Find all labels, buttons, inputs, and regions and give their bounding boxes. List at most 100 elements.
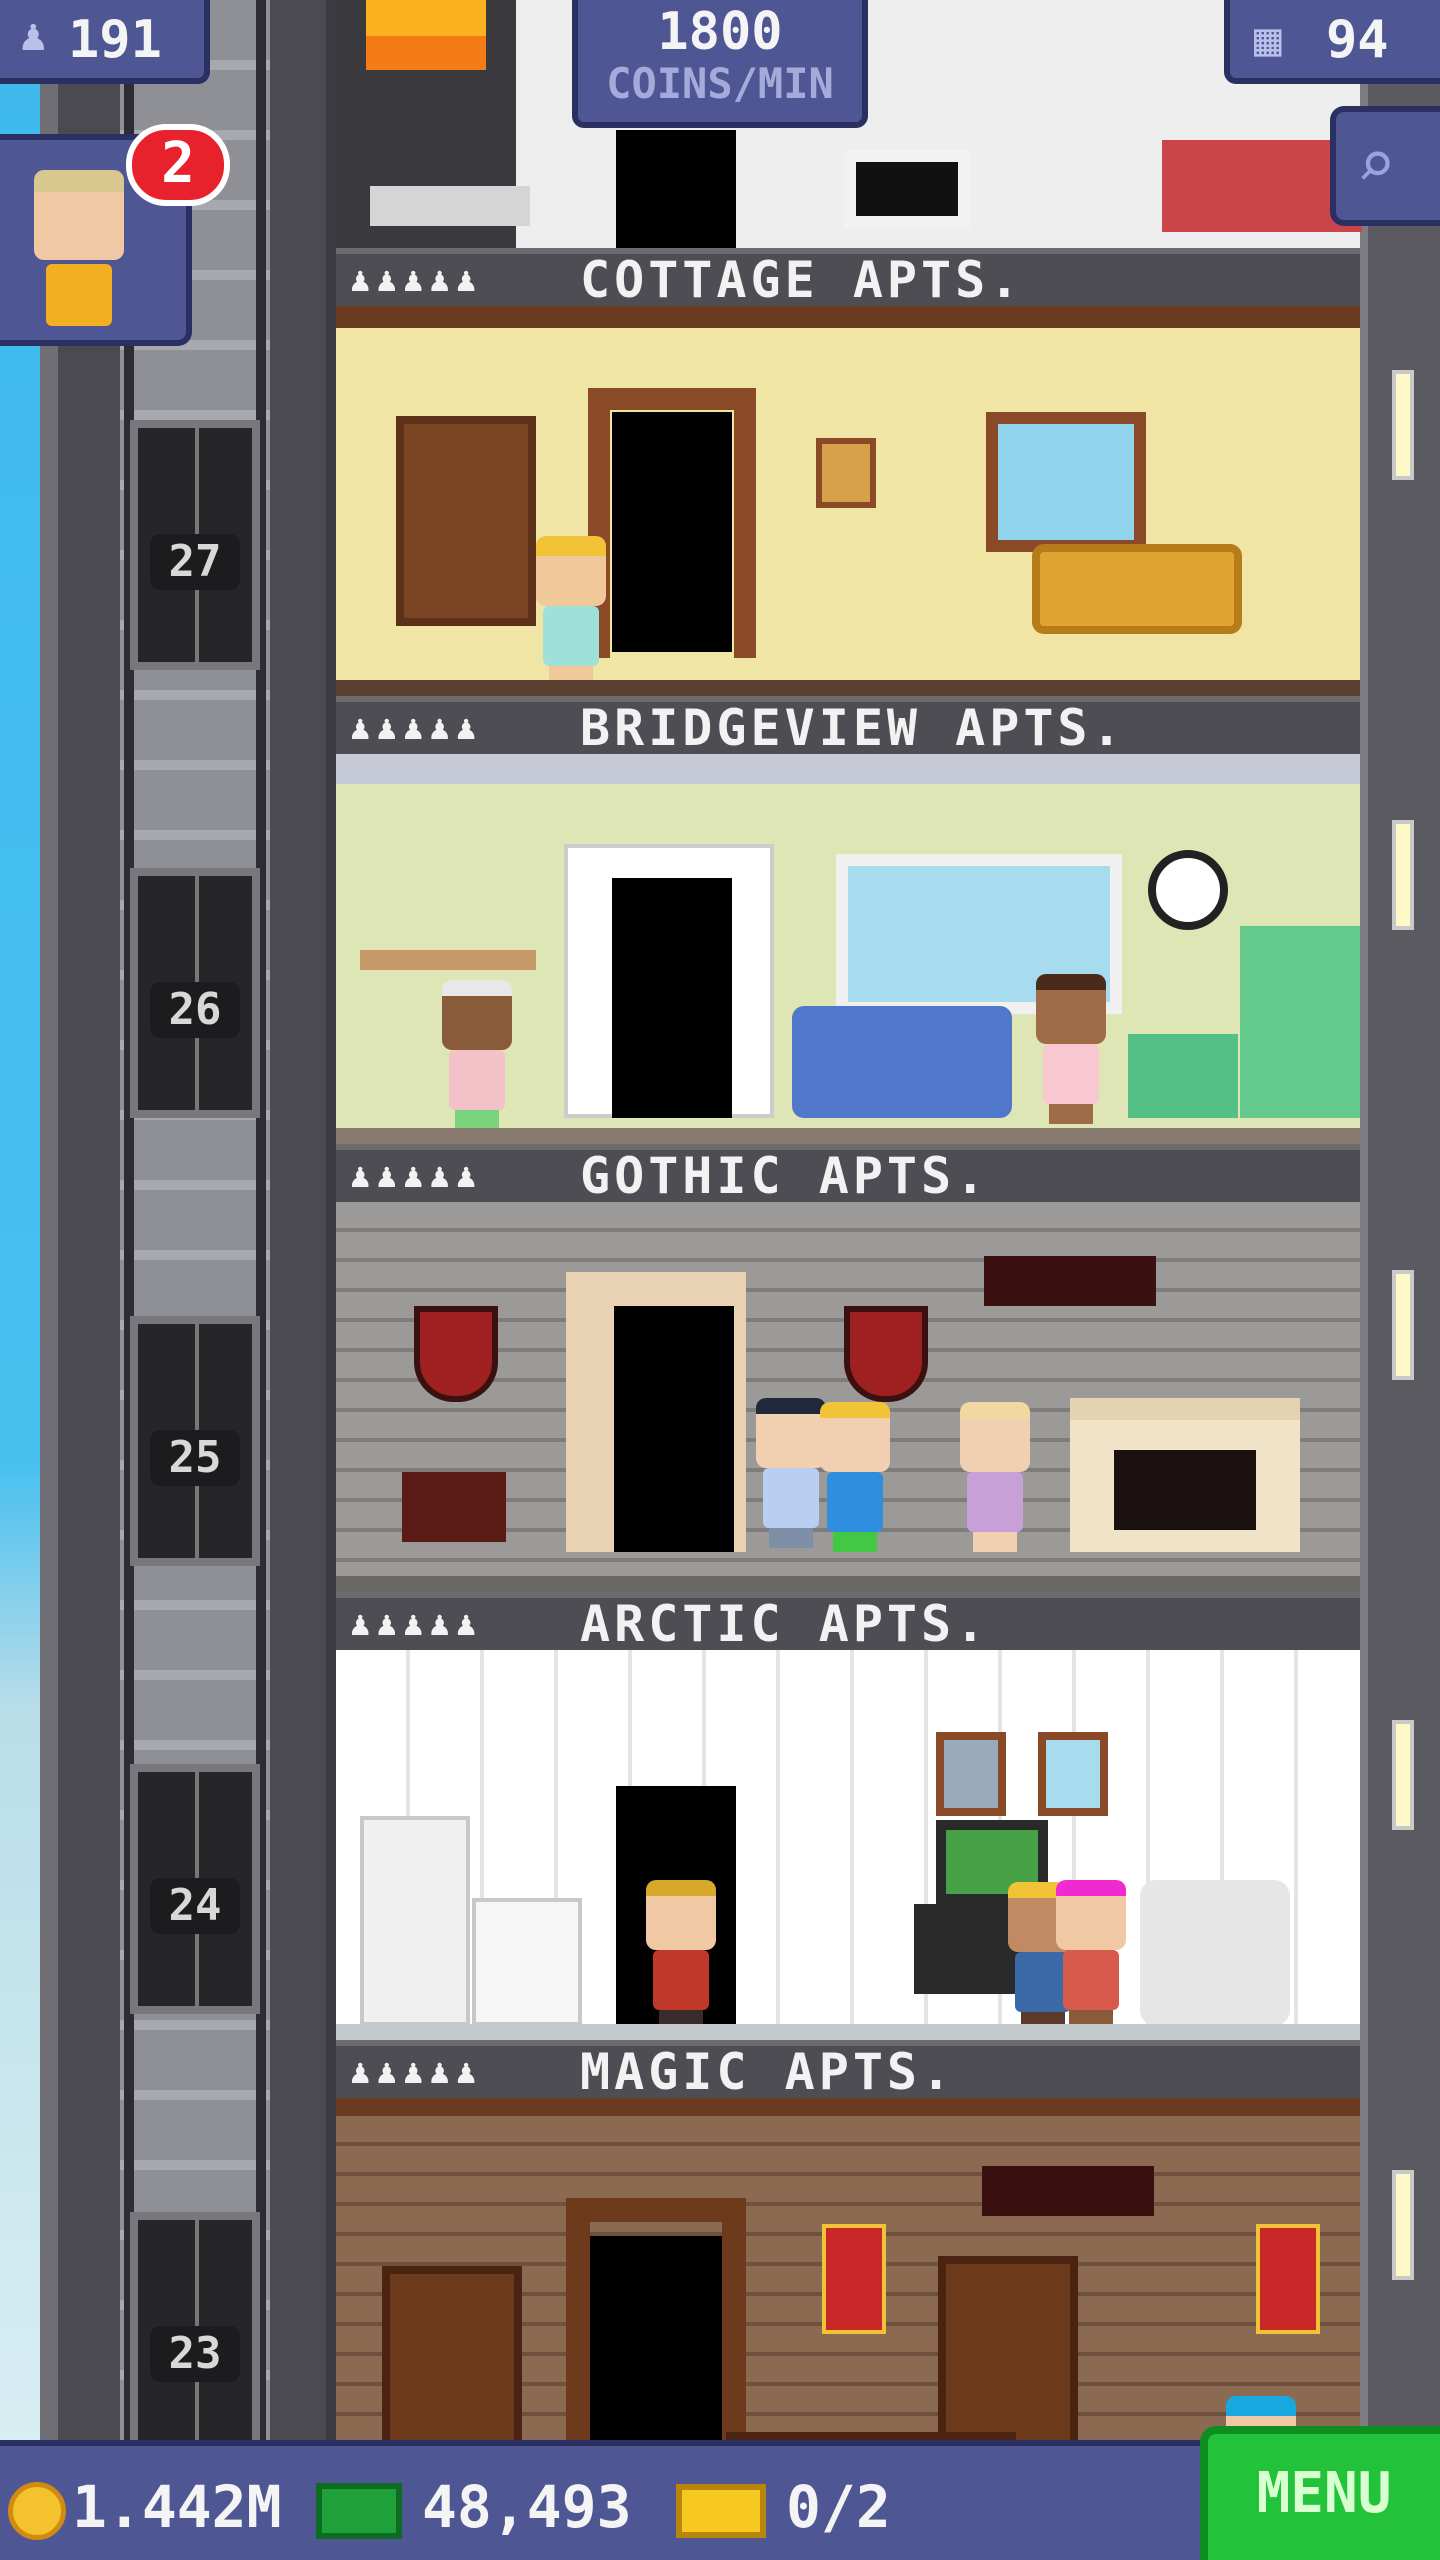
star-rating-icon: ♟♟♟♟♟ — [350, 2052, 483, 2092]
coins-rate-panel[interactable]: 1800 COINS/MIN — [572, 0, 868, 128]
picture-frame — [936, 1732, 1006, 1816]
ticket-icon — [676, 2483, 766, 2538]
bux-display[interactable]: 48,493 — [316, 2472, 632, 2542]
floor-header: ♟♟♟♟♟ COTTAGE APTS. — [336, 248, 1360, 306]
floor-name: ARCTIC APTS. — [580, 1595, 990, 1653]
person-icon: ♟ — [20, 10, 47, 61]
stove — [1128, 1034, 1238, 1118]
floor-23[interactable]: ♟♟♟♟♟ MAGIC APTS. — [336, 2040, 1360, 2488]
fireplace-opening — [1114, 1450, 1256, 1530]
side-table — [402, 1472, 506, 1542]
window-light — [1392, 2170, 1414, 2280]
armchair — [1140, 1880, 1290, 2026]
tickets-value: 0/2 — [786, 2473, 891, 2541]
floor-header: ♟♟♟♟♟ GOTHIC APTS. — [336, 1144, 1360, 1202]
chandelier — [984, 1256, 1156, 1306]
resident-police[interactable] — [756, 1398, 826, 1548]
room-cottage[interactable] — [336, 306, 1360, 696]
doorway — [588, 854, 800, 1144]
elevator-shaft[interactable] — [120, 0, 270, 2440]
coins-value: 1.442M — [72, 2473, 282, 2541]
window — [986, 412, 1146, 552]
shield-icon — [844, 1306, 928, 1402]
floor-number: 27 — [150, 534, 240, 590]
coin-icon — [8, 2481, 66, 2540]
menu-button[interactable]: MENU — [1200, 2426, 1440, 2560]
star-rating-icon: ♟♟♟♟♟ — [350, 1604, 483, 1644]
floor-count-button[interactable]: ▦ 94 — [1224, 0, 1440, 84]
window-light — [1392, 820, 1414, 930]
floor-24[interactable]: ♟♟♟♟♟ ARCTIC APTS. — [336, 1592, 1360, 2040]
resident[interactable] — [820, 1402, 890, 1552]
fridge — [360, 1816, 470, 2026]
shaft-rail-right — [256, 0, 266, 2440]
floor-25[interactable]: ♟♟♟♟♟ GOTHIC APTS. — [336, 1144, 1360, 1592]
sky-background — [0, 0, 40, 2440]
notification-badge: 2 — [126, 124, 230, 206]
resident[interactable] — [1056, 1880, 1126, 2030]
room-gothic[interactable] — [336, 1202, 1360, 1592]
resident[interactable] — [646, 1880, 716, 2030]
room-bridgeview[interactable] — [336, 754, 1360, 1144]
visitor-avatar — [34, 170, 124, 260]
floor-27[interactable]: ♟♟♟♟♟ COTTAGE APTS. — [336, 248, 1360, 696]
coins-display[interactable]: 1.442M — [8, 2472, 282, 2542]
clock-icon — [1148, 850, 1228, 930]
bookshelf — [396, 416, 536, 626]
side-table — [370, 186, 530, 226]
room-arctic[interactable] — [336, 1650, 1360, 2040]
floor-line — [336, 1128, 1360, 1144]
floor-line — [336, 680, 1360, 696]
floor-name: GOTHIC APTS. — [580, 1147, 990, 1205]
resident[interactable] — [442, 980, 512, 1130]
visitor-body — [46, 264, 112, 326]
coins-rate-unit: COINS/MIN — [606, 59, 834, 108]
resident[interactable] — [1036, 974, 1106, 1124]
star-rating-icon: ♟♟♟♟♟ — [350, 260, 483, 300]
painting — [366, 0, 486, 70]
floor-number: 26 — [150, 982, 240, 1038]
floor-name: MAGIC APTS. — [580, 2043, 956, 2101]
resident[interactable] — [536, 536, 606, 686]
doorway — [590, 1282, 802, 1574]
coins-rate-value: 1800 — [657, 2, 783, 62]
floor-number: 25 — [150, 1430, 240, 1486]
stove — [472, 1898, 582, 2026]
tower-right-pillar — [1360, 0, 1440, 2440]
window-light — [1392, 1270, 1414, 1380]
chandelier — [982, 2166, 1154, 2216]
picture-frame — [816, 438, 876, 508]
floor-line — [336, 1576, 1360, 1592]
doorway — [616, 130, 736, 248]
building-icon: ▦ — [1254, 12, 1282, 66]
floor-name: BRIDGEVIEW APTS. — [580, 699, 1126, 757]
magnifier-icon: ⌕ — [1356, 126, 1396, 203]
star-rating-icon: ♟♟♟♟♟ — [350, 1156, 483, 1196]
floor-26[interactable]: ♟♟♟♟♟ BRIDGEVIEW APTS. — [336, 696, 1360, 1144]
desk — [360, 950, 536, 970]
sofa — [1032, 544, 1242, 634]
bux-value: 48,493 — [422, 2473, 632, 2541]
picture-frame — [1038, 1732, 1108, 1816]
star-rating-icon: ♟♟♟♟♟ — [350, 708, 483, 748]
floor-header: ♟♟♟♟♟ ARCTIC APTS. — [336, 1592, 1360, 1650]
window-light — [1392, 370, 1414, 480]
floor-header: ♟♟♟♟♟ BRIDGEVIEW APTS. — [336, 696, 1360, 754]
floor-number: 24 — [150, 1878, 240, 1934]
shaft-rail-left — [124, 0, 134, 2440]
resident[interactable] — [960, 1402, 1030, 1552]
bux-icon — [316, 2482, 402, 2539]
floor-name: COTTAGE APTS. — [580, 251, 1024, 309]
floor-line — [336, 2024, 1360, 2040]
floor-header: ♟♟♟♟♟ MAGIC APTS. — [336, 2040, 1360, 2098]
banner — [822, 2224, 886, 2334]
tickets-display[interactable]: 0/2 — [676, 2472, 891, 2542]
search-button[interactable]: ⌕ — [1330, 106, 1440, 226]
population-value: 191 — [68, 10, 162, 70]
window-light — [1392, 1720, 1414, 1830]
fridge — [1240, 926, 1360, 1118]
floor-count-value: 94 — [1326, 10, 1389, 70]
population-counter[interactable]: ♟ 191 — [0, 0, 210, 84]
banner — [1256, 2224, 1320, 2334]
door-frame — [588, 388, 756, 658]
